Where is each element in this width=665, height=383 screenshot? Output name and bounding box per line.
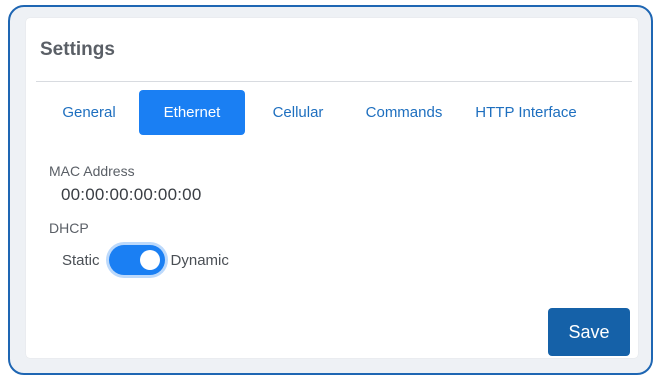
dhcp-static-label: Static [62,251,100,269]
dhcp-dynamic-label: Dynamic [170,251,229,269]
tab-commands-label: Commands [365,104,443,121]
tab-http-interface-label: HTTP Interface [475,104,577,121]
dhcp-toggle-row: Static Dynamic [62,243,229,277]
mac-address-value: 00:00:00:00:00:00 [61,185,202,204]
tab-http-interface[interactable]: HTTP Interface [461,90,591,135]
dhcp-label: DHCP [49,220,89,236]
mac-address-label: MAC Address [49,163,135,179]
tab-general[interactable]: General [46,90,132,135]
tab-cellular[interactable]: Cellular [249,90,347,135]
tab-bar: General Ethernet Cellular Commands HTTP … [46,90,591,135]
tab-ethernet[interactable]: Ethernet [139,90,245,135]
tab-cellular-label: Cellular [272,104,324,121]
tab-general-label: General [62,104,116,121]
save-button[interactable]: Save [548,308,630,356]
tab-ethernet-label: Ethernet [163,104,221,121]
page-title: Settings [40,39,115,60]
toggle-knob [139,250,160,270]
tab-commands[interactable]: Commands [355,90,453,135]
dhcp-toggle[interactable] [108,245,165,275]
title-divider [36,81,632,82]
